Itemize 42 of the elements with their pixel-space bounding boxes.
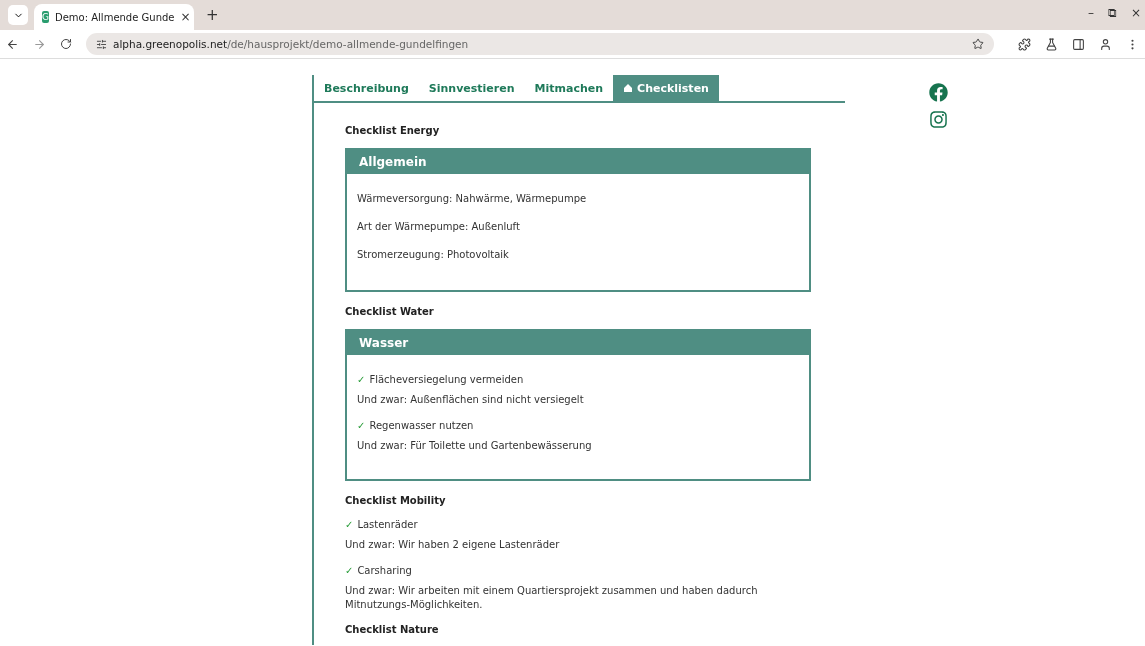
bookmark-star-icon[interactable] — [972, 38, 984, 50]
url-text: alpha.greenopolis.net/de/hausprojekt/demo-allmende-gundelfingen — [113, 38, 469, 50]
checklist-item: ✓ Flächeversiegelung vermeiden — [357, 373, 525, 387]
content-tab[interactable]: Mitmachen — [524, 75, 614, 101]
section-heading: Checklist Energy — [345, 125, 441, 136]
checklist-item: ✓ Lastenräder — [345, 518, 419, 532]
window-control[interactable]: × — [1130, 6, 1141, 20]
checklist-text: Stromerzeugung: Photovoltaik — [357, 248, 510, 262]
address-bar[interactable]: alpha.greenopolis.net/de/hausprojekt/demo-allmende-gundelfingen — [86, 33, 994, 55]
card-header: Wasser — [347, 331, 809, 355]
checklist-detail: Und zwar: Außenflächen sind nicht versiegelt — [357, 393, 585, 407]
checklist-detail: Und zwar: Für Toilette und Gartenbewässerung — [357, 439, 593, 453]
browser-tab[interactable]: G Demo: Allmende Gunde × — [34, 4, 194, 30]
back-icon[interactable] — [6, 37, 19, 51]
flask-icon[interactable] — [1045, 37, 1058, 51]
house-icon — [623, 83, 634, 93]
instagram-icon[interactable] — [929, 110, 948, 129]
content-tab[interactable]: Sinnvestieren — [418, 75, 525, 101]
content-tab[interactable]: Beschreibung — [314, 75, 419, 101]
profile-icon[interactable] — [1099, 37, 1112, 51]
side-panel-icon[interactable] — [1072, 37, 1085, 51]
checklist-text: Art der Wärmepumpe: Außenluft — [357, 220, 521, 234]
section-heading: Checklist Mobility — [345, 495, 447, 506]
window-control[interactable]: – — [1087, 6, 1094, 20]
checklist-detail: Und zwar: Wir arbeiten mit einem Quartiersprojekt zusammen und haben dadurch Mitnutzungs-Möglichkeiten. — [345, 584, 759, 612]
site-settings-icon[interactable] — [96, 38, 107, 50]
section-heading: Checklist Water — [345, 306, 435, 317]
checklist-item: ✓ Carsharing — [345, 564, 413, 578]
section-heading: Checklist Nature — [345, 624, 440, 635]
checklist-item: ✓ Regenwasser nutzen — [357, 419, 475, 433]
content-tab[interactable]: Checklisten — [613, 75, 719, 101]
facebook-icon[interactable] — [929, 83, 948, 102]
window-control[interactable]: ⧉ — [1107, 6, 1117, 20]
checklist-detail: Und zwar: Wir haben 2 eigene Lastenräder — [345, 538, 561, 552]
new-tab-button[interactable]: + — [206, 6, 219, 24]
extensions-icon[interactable] — [1018, 37, 1031, 51]
card-header: Allgemein — [347, 150, 809, 174]
reload-icon[interactable] — [60, 38, 72, 50]
favicon: G — [42, 11, 49, 23]
checklist-text: Wärmeversorgung: Nahwärme, Wärmepumpe — [357, 192, 588, 206]
forward-icon[interactable] — [33, 37, 46, 51]
close-icon[interactable]: × — [180, 10, 191, 24]
